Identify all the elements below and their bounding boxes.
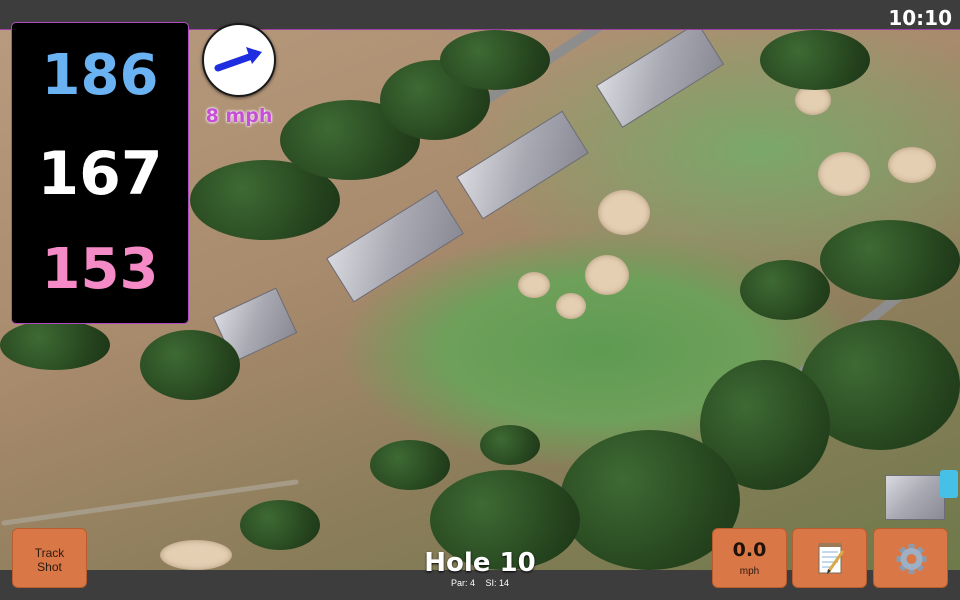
notepad-icon: [818, 543, 845, 574]
map-trees: [740, 260, 830, 320]
hole-stroke-index: SI: 14: [485, 578, 510, 588]
middle-distance: 167: [37, 139, 163, 209]
speed-button[interactable]: 0.0 mph: [712, 528, 787, 588]
hole-info: Par: 4 SI: 14: [380, 578, 580, 588]
wind-indicator[interactable]: [202, 23, 276, 97]
clock: 10:10: [888, 6, 952, 30]
distance-panel[interactable]: 186 167 153: [11, 22, 189, 324]
map-trees: [140, 330, 240, 400]
map-bunker: [585, 255, 629, 295]
track-shot-button[interactable]: Track Shot: [12, 528, 87, 588]
speed-unit: mph: [739, 566, 760, 577]
wind-direction-arrow-icon: [214, 47, 262, 72]
map-trees: [370, 440, 450, 490]
map-trees: [820, 220, 960, 300]
track-shot-label-line2: Shot: [37, 560, 62, 574]
wind-speed: 8 mph: [205, 105, 273, 127]
map-house: [456, 110, 589, 220]
map-bunker: [598, 190, 650, 235]
map-house: [595, 30, 725, 128]
map-trees: [480, 425, 540, 465]
map-pool: [940, 470, 958, 498]
map-bunker: [818, 152, 870, 196]
track-shot-label-line1: Track: [34, 546, 65, 560]
notes-button[interactable]: [792, 528, 867, 588]
front-distance: 153: [41, 237, 159, 302]
hole-title: Hole 10: [424, 548, 536, 578]
map-house: [885, 475, 945, 520]
map-trees: [440, 30, 550, 90]
back-distance: 186: [41, 43, 159, 108]
gear-icon: [896, 544, 927, 574]
map-trees: [0, 320, 110, 370]
map-bunker: [888, 147, 936, 183]
speed-value: 0.0: [732, 539, 767, 561]
map-bunker: [556, 293, 586, 319]
map-trees: [760, 30, 870, 90]
map-house: [326, 189, 464, 303]
map-bunker: [518, 272, 550, 298]
hole-par: Par: 4: [450, 578, 475, 588]
map-bunker: [160, 540, 232, 570]
settings-button[interactable]: [873, 528, 948, 588]
map-trees: [240, 500, 320, 550]
